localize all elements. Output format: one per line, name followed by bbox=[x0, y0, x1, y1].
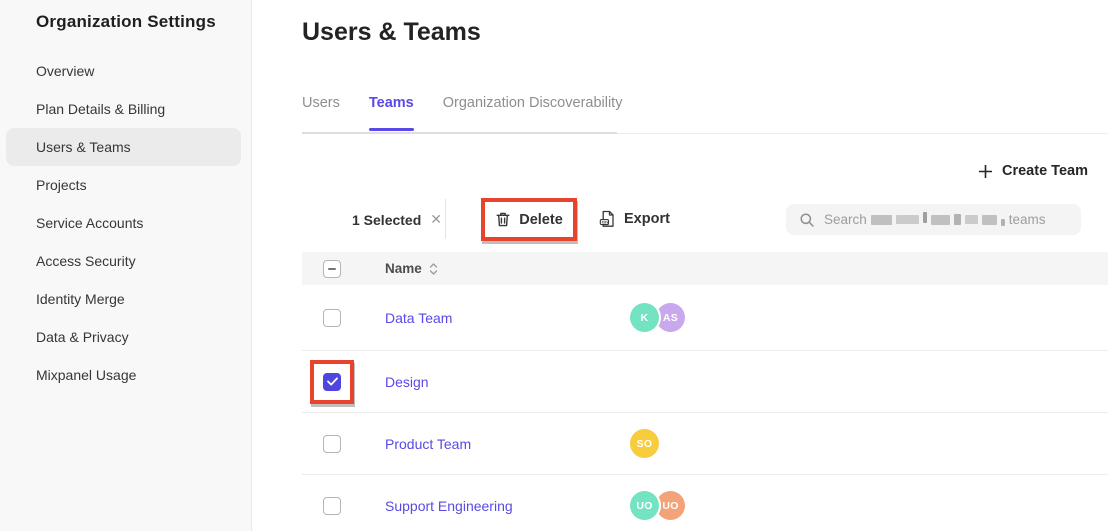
table-header: Name bbox=[302, 252, 1108, 285]
redacted-text-block bbox=[871, 215, 892, 225]
search-input[interactable]: Search teams bbox=[786, 204, 1081, 235]
trash-icon bbox=[495, 211, 511, 228]
member-avatars: KAS bbox=[630, 303, 685, 332]
export-label: Export bbox=[624, 211, 670, 227]
redacted-text-block bbox=[982, 215, 997, 225]
tab-teams[interactable]: Teams bbox=[369, 95, 414, 111]
create-team-button[interactable]: Create Team bbox=[978, 163, 1088, 179]
table-body: Data TeamKASDesignProduct TeamSOSupport … bbox=[302, 285, 1108, 531]
row-checkbox-slot bbox=[323, 373, 341, 391]
team-name-link[interactable]: Product Team bbox=[385, 436, 630, 452]
table-row-product-team: Product TeamSO bbox=[302, 413, 1108, 475]
search-placeholder-suffix: teams bbox=[1009, 212, 1046, 227]
sidebar-item-mixpanel-usage[interactable]: Mixpanel Usage bbox=[6, 356, 241, 394]
sort-icon[interactable] bbox=[429, 262, 438, 276]
team-name-link[interactable]: Design bbox=[385, 374, 630, 390]
row-checkbox[interactable] bbox=[323, 373, 341, 391]
redacted-text-block bbox=[896, 215, 919, 224]
tabs-divider-dark bbox=[302, 132, 617, 134]
avatar-uo: UO bbox=[630, 491, 659, 520]
page-title: Users & Teams bbox=[302, 18, 481, 47]
indeterminate-dash-icon bbox=[328, 268, 336, 270]
delete-label: Delete bbox=[519, 212, 563, 228]
redacted-text-block bbox=[931, 215, 950, 225]
member-avatars: UOUO bbox=[630, 491, 685, 520]
annotation-delete-highlight: Delete bbox=[481, 198, 577, 241]
sidebar-title: Organization Settings bbox=[36, 12, 251, 32]
avatar-uo: UO bbox=[656, 491, 685, 520]
table-row-support-engineering: Support EngineeringUOUO bbox=[302, 475, 1108, 531]
row-checkbox[interactable] bbox=[323, 309, 341, 327]
redacted-text-block bbox=[923, 212, 927, 223]
search-icon bbox=[799, 212, 815, 228]
row-checkbox[interactable] bbox=[323, 497, 341, 515]
name-column-header[interactable]: Name bbox=[385, 261, 422, 276]
avatar-as: AS bbox=[656, 303, 685, 332]
sidebar-item-overview[interactable]: Overview bbox=[6, 52, 241, 90]
row-checkbox-slot bbox=[323, 309, 341, 327]
app-root: Organization Settings OverviewPlan Detai… bbox=[0, 0, 1108, 531]
sidebar-item-users-teams[interactable]: Users & Teams bbox=[6, 128, 241, 166]
row-checkbox-slot bbox=[323, 497, 341, 515]
table-row-data-team: Data TeamKAS bbox=[302, 285, 1108, 351]
delete-button[interactable]: Delete bbox=[485, 202, 573, 237]
create-team-label: Create Team bbox=[1002, 163, 1088, 179]
sidebar-nav: OverviewPlan Details & BillingUsers & Te… bbox=[0, 52, 251, 394]
search-placeholder-prefix: Search bbox=[824, 212, 867, 227]
sidebar-item-data-privacy[interactable]: Data & Privacy bbox=[6, 318, 241, 356]
sidebar: Organization Settings OverviewPlan Detai… bbox=[0, 0, 252, 531]
svg-text:csv: csv bbox=[602, 220, 610, 225]
clear-selection-icon[interactable]: ✕ bbox=[430, 211, 442, 228]
avatar-so: SO bbox=[630, 429, 659, 458]
sidebar-item-access-security[interactable]: Access Security bbox=[6, 242, 241, 280]
toolbar-divider bbox=[445, 199, 446, 239]
tab-organization-discoverability[interactable]: Organization Discoverability bbox=[443, 95, 623, 111]
selected-count: 1 Selected bbox=[352, 212, 421, 228]
select-all-checkbox[interactable] bbox=[323, 260, 341, 278]
csv-file-icon: csv bbox=[599, 210, 616, 228]
redacted-text-block bbox=[954, 214, 961, 225]
redacted-text-block bbox=[1001, 219, 1005, 226]
tab-bar: Users Teams Organization Discoverability bbox=[302, 95, 622, 111]
team-name-link[interactable]: Data Team bbox=[385, 310, 630, 326]
tab-users[interactable]: Users bbox=[302, 95, 340, 111]
selection-status: 1 Selected ✕ bbox=[352, 211, 442, 228]
team-name-link[interactable]: Support Engineering bbox=[385, 498, 630, 514]
member-avatars: SO bbox=[630, 429, 659, 458]
select-all-slot bbox=[323, 260, 341, 278]
annotation-checkbox-highlight bbox=[310, 360, 354, 404]
export-button[interactable]: csv Export bbox=[599, 206, 670, 232]
sidebar-item-projects[interactable]: Projects bbox=[6, 166, 241, 204]
sidebar-item-plan-details-billing[interactable]: Plan Details & Billing bbox=[6, 90, 241, 128]
search-placeholder: Search teams bbox=[824, 212, 1046, 227]
row-checkbox-slot bbox=[323, 435, 341, 453]
avatar-k: K bbox=[630, 303, 659, 332]
row-checkbox[interactable] bbox=[323, 435, 341, 453]
sidebar-item-identity-merge[interactable]: Identity Merge bbox=[6, 280, 241, 318]
sidebar-item-service-accounts[interactable]: Service Accounts bbox=[6, 204, 241, 242]
plus-icon bbox=[978, 164, 993, 179]
table-row-design: Design bbox=[302, 351, 1108, 413]
redacted-text-block bbox=[965, 215, 978, 224]
